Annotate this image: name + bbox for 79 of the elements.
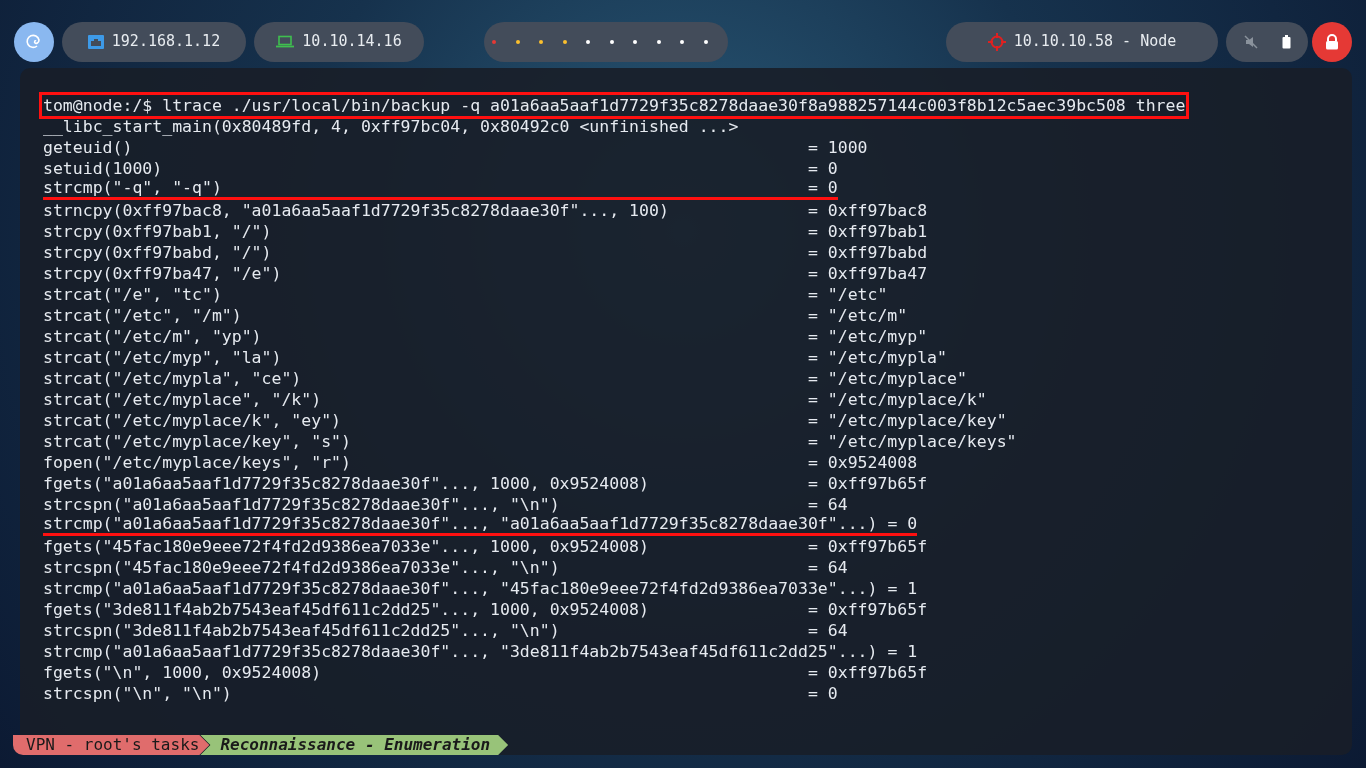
network-port-icon — [87, 33, 104, 50]
trace-call: strcmp("a01a6aa5aaf1d7729f35c8278daae30f"..., "3de811f4ab2b7543eaf45df611c2dd25"...) — [43, 641, 878, 662]
ip-address: 10.10.14.16 — [302, 31, 402, 53]
trace-call: fgets("45fac180e9eee72f4fd2d9386ea7033e"..., 1000, 0x9524008) — [43, 536, 650, 557]
trace-call: strcat("/etc/myplace/key", "s") — [43, 431, 352, 452]
trace-call: strcmp("-q", "-q") — [43, 179, 223, 197]
lock-button[interactable] — [1312, 21, 1352, 62]
trace-result: = 0xff97b65f — [807, 474, 928, 493]
trace-call: setuid(1000) — [43, 158, 164, 179]
trace-result: = 0x9524008 — [807, 453, 918, 472]
trace-result: = "/etc/myp" — [807, 327, 928, 346]
workspace-dot[interactable] — [515, 39, 520, 44]
trace-call: strcspn("45fac180e9eee72f4fd2d9386ea7033e"..., "\n") — [43, 557, 561, 578]
trace-result: = 1 — [887, 579, 918, 598]
trace-call: strcat("/etc", "/m") — [43, 305, 243, 326]
command-text: ltrace ./usr/local/bin/backup -q a01a6aa5aaf1d7729f35c8278daae30f8a988257144c003f8b12c5aec39bc508 three — [162, 96, 1186, 115]
trace-call: strcat("/etc/myp", "la") — [43, 347, 283, 368]
battery-icon[interactable] — [1281, 34, 1291, 49]
trace-call: fgets("3de811f4ab2b7543eaf45df611c2dd25"..., 1000, 0x9524008) — [43, 599, 650, 620]
trace-call: strcspn("3de811f4ab2b7543eaf45df611c2dd25"..., "\n") — [43, 620, 561, 641]
trace-call: strcspn("a01a6aa5aaf1d7729f35c8278daae30f"..., "\n") — [43, 494, 561, 515]
trace-result: = 0xff97b65f — [807, 537, 928, 556]
workspace-dot[interactable] — [680, 39, 685, 44]
trace-result: = 0xff97b65f — [807, 600, 928, 619]
trace-call: strcpy(0xff97babd, "/") — [43, 242, 273, 263]
trace-result: = 0xff97b65f — [807, 663, 928, 682]
workspace-dot[interactable] — [609, 39, 614, 44]
trace-call: strcmp("a01a6aa5aaf1d7729f35c8278daae30f"..., "45fac180e9eee72f4fd2d9386ea7033e"...) — [43, 578, 878, 599]
padlock-icon — [1324, 33, 1340, 50]
trace-result: = "/etc/myplace/k" — [807, 390, 987, 409]
trace-call: fgets("\n", 1000, 0x9524008) — [43, 662, 323, 683]
trace-result: = 1 — [887, 642, 918, 661]
trace-call: __libc_start_main(0x80489fd, 4, 0xff97bc04, 0x80492c0 <unfinished ...> — [43, 116, 740, 137]
trace-call: geteuid() — [43, 137, 134, 158]
trace-result: = 0 — [807, 159, 838, 178]
trace-result: = 1000 — [807, 138, 868, 157]
trace-result: = 64 — [807, 621, 848, 640]
muted-speaker-icon[interactable] — [1243, 34, 1258, 49]
trace-result: = 0xff97babd — [807, 243, 928, 262]
workspace-dot[interactable] — [656, 39, 661, 44]
shell-prompt: tom@node:/$ — [43, 96, 153, 115]
workspace-dot[interactable] — [562, 39, 567, 44]
trace-result: = "/etc/myplace" — [807, 369, 967, 388]
trace-result: = "/etc/mypla" — [807, 348, 947, 367]
trace-call: strcpy(0xff97bab1, "/") — [43, 221, 273, 242]
session-name: VPN - root's tasks — [13, 735, 210, 755]
trace-call: fopen("/etc/myplace/keys", "r") — [43, 452, 352, 473]
trace-result: = 0xff97ba47 — [807, 264, 928, 283]
trace-result: = 0 — [807, 684, 838, 703]
trace-result: = "/etc/myplace/keys" — [807, 432, 1017, 451]
os-logo[interactable] — [14, 21, 54, 62]
trace-result: = "/etc/m" — [807, 306, 908, 325]
workspace-dot[interactable] — [703, 39, 708, 44]
workspace-dot[interactable] — [492, 39, 496, 44]
workspace-dot[interactable] — [586, 39, 591, 44]
trace-call: strncpy(0xff97bac8, "a01a6aa5aaf1d7729f35c8278daae30f"..., 100) — [43, 200, 670, 221]
ip-address: 192.168.1.12 — [111, 31, 221, 53]
trace-result: = 0xff97bac8 — [807, 201, 928, 220]
trace-result: = 0 — [887, 514, 918, 533]
trace-result: = "/etc" — [807, 285, 888, 304]
trace-call: strcat("/etc/m", "yp") — [43, 326, 263, 347]
workspace-dot[interactable] — [539, 39, 544, 44]
trace-call: strcpy(0xff97ba47, "/e") — [43, 263, 283, 284]
trace-call: strcspn("\n", "\n") — [43, 683, 233, 704]
trace-call: strcat("/etc/mypla", "ce") — [43, 368, 303, 389]
trace-result: = 64 — [807, 495, 848, 514]
trace-call: strcat("/etc/myplace/k", "ey") — [43, 410, 342, 431]
trace-result: = 64 — [807, 558, 848, 577]
trace-result: = 0xff97bab1 — [807, 222, 928, 241]
trace-call: strcat("/etc/myplace", "/k") — [43, 389, 323, 410]
workspace-dot[interactable] — [633, 39, 638, 44]
trace-call: fgets("a01a6aa5aaf1d7729f35c8278daae30f"..., 1000, 0x9524008) — [43, 473, 650, 494]
target-address: 10.10.10.58 - Node — [1013, 31, 1177, 53]
trace-call: strcat("/e", "tc") — [43, 284, 223, 305]
trace-result: = "/etc/myplace/key" — [807, 411, 1007, 430]
trace-result: = 0 — [807, 178, 838, 197]
laptop-icon — [276, 34, 295, 49]
crosshair-icon — [987, 32, 1006, 51]
trace-call: strcmp("a01a6aa5aaf1d7729f35c8278daae30f"..., "a01a6aa5aaf1d7729f35c8278daae30f"...) — [43, 515, 878, 533]
